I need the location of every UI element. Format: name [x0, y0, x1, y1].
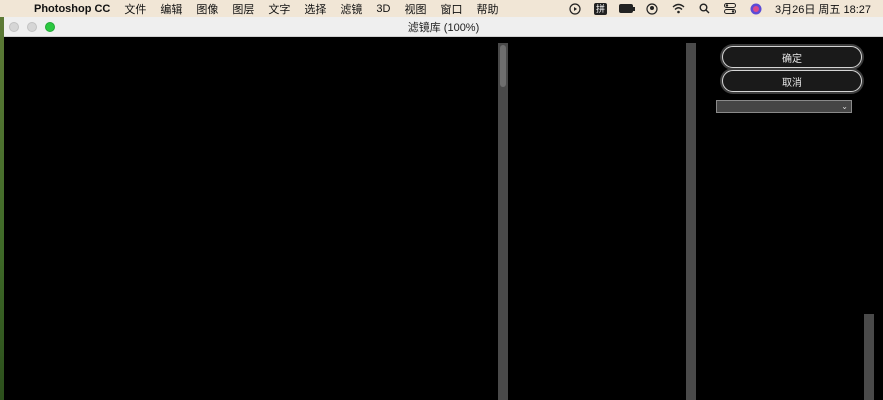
dialog-content: 确定 取消 ⌄ — [4, 37, 883, 400]
window-titlebar: 滤镜库 (100%) — [4, 17, 883, 37]
chevron-down-icon: ⌄ — [841, 101, 848, 111]
menu-view[interactable]: 视图 — [404, 1, 426, 17]
user-icon[interactable] — [645, 2, 659, 16]
menu-image[interactable]: 图像 — [196, 1, 218, 17]
menu-window[interactable]: 窗口 — [440, 1, 462, 17]
menu-edit[interactable]: 编辑 — [160, 1, 182, 17]
wifi-icon[interactable] — [671, 2, 685, 16]
search-icon[interactable] — [697, 2, 711, 16]
menu-bar: Photoshop CC 文件 编辑 图像 图层 文字 选择 滤镜 3D 视图 … — [0, 0, 883, 17]
menu-3d[interactable]: 3D — [376, 3, 390, 15]
status-area: 拼 3月26日 周五 18:27 — [568, 0, 871, 17]
preview-vertical-scrollbar[interactable] — [498, 43, 508, 400]
filter-type-select[interactable]: ⌄ — [716, 100, 852, 113]
menu-help[interactable]: 帮助 — [476, 1, 498, 17]
filter-gallery-dialog: 滤镜库 (100%) 确定 取消 ⌄ — [4, 17, 883, 400]
maximize-window-button[interactable] — [45, 22, 55, 32]
close-window-button[interactable] — [9, 22, 19, 32]
minimize-window-button[interactable] — [27, 22, 37, 32]
image-preview-area[interactable] — [4, 37, 498, 400]
input-method-icon[interactable]: 拼 — [594, 2, 607, 15]
window-controls — [9, 22, 55, 32]
battery-icon[interactable] — [619, 2, 635, 16]
filter-settings-panel: 确定 取消 ⌄ — [696, 37, 883, 400]
menu-app-name[interactable]: Photoshop CC — [34, 3, 110, 15]
filter-list-scrollbar[interactable] — [686, 43, 696, 400]
menu-filter[interactable]: 滤镜 — [340, 1, 362, 17]
filter-category-list[interactable] — [510, 37, 686, 400]
settings-scrollbar[interactable] — [864, 314, 874, 400]
menu-file[interactable]: 文件 — [124, 1, 146, 17]
screen-record-icon[interactable] — [568, 2, 582, 16]
control-center-icon[interactable] — [723, 2, 737, 16]
menu-select[interactable]: 选择 — [304, 1, 326, 17]
cancel-button[interactable]: 取消 — [722, 70, 862, 92]
ok-button[interactable]: 确定 — [722, 46, 862, 68]
window-title: 滤镜库 (100%) — [407, 21, 480, 34]
menu-layer[interactable]: 图层 — [232, 1, 254, 17]
siri-icon[interactable] — [749, 2, 763, 16]
preview-scroll-thumb[interactable] — [500, 45, 506, 87]
menu-type[interactable]: 文字 — [268, 1, 290, 17]
clock-datetime[interactable]: 3月26日 周五 18:27 — [775, 1, 871, 17]
